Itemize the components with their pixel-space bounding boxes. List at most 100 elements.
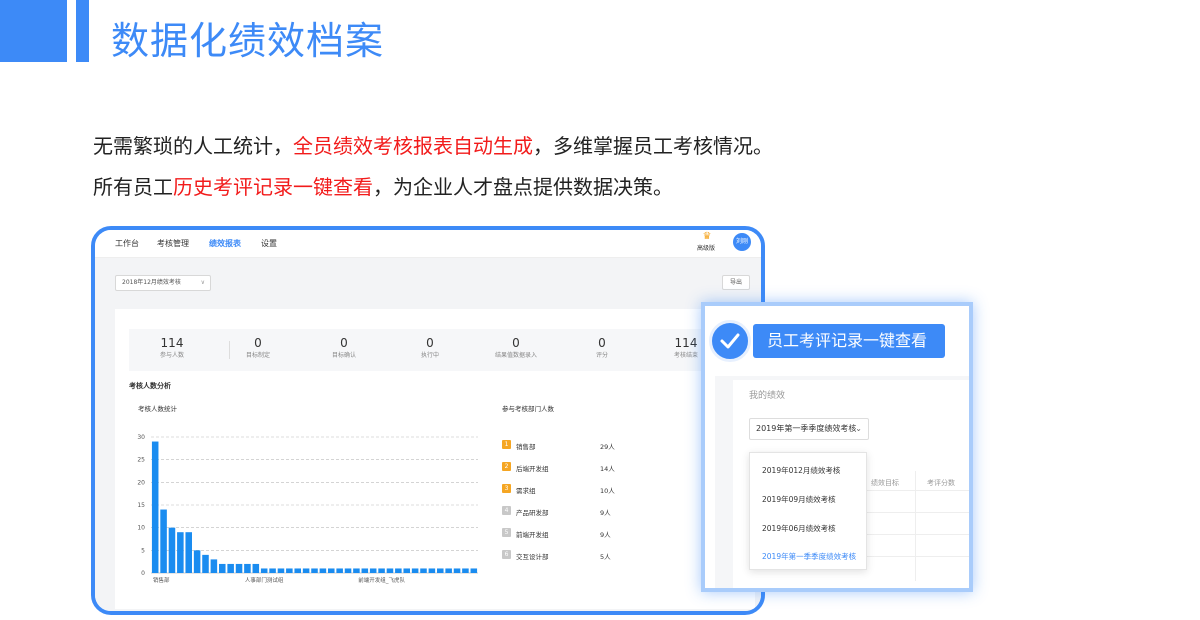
stat-value: 0 bbox=[598, 336, 606, 350]
bar bbox=[428, 568, 436, 573]
dept-name: 前端开发组 bbox=[516, 531, 549, 539]
bar bbox=[286, 568, 293, 573]
bar bbox=[202, 554, 209, 573]
y-tick-label: 30 bbox=[137, 434, 145, 441]
bar bbox=[210, 559, 218, 573]
stat-label: 执行中 bbox=[420, 352, 439, 359]
stat-label: 参与人数 bbox=[159, 352, 184, 359]
x-tick-label: 销售部 bbox=[153, 576, 170, 584]
dropdown-option[interactable]: 2019年06月绩效考核 bbox=[762, 523, 836, 534]
slide-title: 数据化绩效档案 bbox=[111, 19, 385, 63]
bar bbox=[378, 568, 385, 573]
rank-badge: 4 bbox=[502, 506, 511, 515]
dropdown-option[interactable]: 2019年012月绩效考核 bbox=[762, 465, 840, 476]
stat-data-entry: 0 结果值数据录入 bbox=[473, 335, 559, 361]
table-header-goal: 绩效目标 bbox=[871, 479, 899, 487]
stat-value: 0 bbox=[426, 336, 434, 350]
section-title: 考核人数分析 bbox=[129, 382, 171, 390]
dept-count: 10人 bbox=[600, 487, 615, 495]
bar bbox=[227, 563, 234, 573]
rank-badge: 2 bbox=[502, 462, 511, 471]
bar bbox=[193, 550, 201, 573]
chevron-down-icon: ∨ bbox=[200, 279, 205, 286]
bar bbox=[244, 563, 251, 573]
assessment-select[interactable]: 2019年第一季季度绩效考核 ⌄ bbox=[749, 418, 869, 440]
bar bbox=[151, 441, 159, 573]
bar bbox=[453, 568, 461, 573]
check-icon-glyph bbox=[720, 333, 740, 349]
headcount-bar-chart: 0 5 10 15 20 25 30 销售部 人事部门测试组 前端开发组_飞虎队 bbox=[137, 434, 478, 584]
dept-count: 29人 bbox=[600, 443, 615, 451]
bar bbox=[462, 568, 469, 573]
assessment-select-value: 2019年第一季季度绩效考核 bbox=[756, 424, 857, 433]
bar bbox=[168, 527, 176, 573]
bar bbox=[403, 568, 411, 573]
header-accent-bar bbox=[76, 0, 89, 62]
bar bbox=[302, 568, 310, 573]
period-select[interactable]: 2018年12月绩效考核 ∨ bbox=[115, 275, 211, 291]
bar bbox=[436, 568, 444, 573]
bar bbox=[177, 532, 184, 573]
dept-count: 9人 bbox=[600, 509, 611, 517]
bar bbox=[470, 568, 478, 573]
chart-title: 考核人数统计 bbox=[138, 405, 177, 413]
table-divider bbox=[865, 490, 969, 491]
dropdown-option-selected[interactable]: 2019年第一季季度绩效考核 bbox=[762, 551, 856, 562]
dept-row: 5 前端开发组 9人 bbox=[502, 528, 632, 539]
bar bbox=[369, 568, 377, 573]
bar bbox=[344, 568, 352, 573]
desc1-highlight: 全员绩效考核报表自动生成 bbox=[293, 134, 533, 158]
dept-count: 9人 bbox=[600, 531, 611, 539]
history-overlay-panel: 我的绩效 2019年第一季季度绩效考核 ⌄ 绩效目标 考评分数 2019年012… bbox=[701, 302, 973, 592]
nav-settings[interactable]: 设置 bbox=[261, 238, 277, 249]
dept-row: 6 交互设计部 5人 bbox=[502, 550, 632, 561]
report-card: 114 参与人数 0 目标制定 0 目标确认 0 执行中 0 结果值数据录入 0… bbox=[115, 309, 755, 609]
nav-workbench[interactable]: 工作台 bbox=[115, 238, 139, 249]
bar bbox=[235, 563, 243, 573]
dropdown-option[interactable]: 2019年09月绩效考核 bbox=[762, 494, 836, 505]
nav-performance-report[interactable]: 绩效报表 bbox=[209, 238, 241, 249]
y-tick-label: 10 bbox=[137, 525, 145, 532]
assessment-dropdown-menu: 2019年012月绩效考核 2019年09月绩效考核 2019年06月绩效考核 … bbox=[749, 452, 867, 570]
desc2-highlight: 历史考评记录一键查看 bbox=[173, 175, 373, 199]
dept-name: 交互设计部 bbox=[516, 553, 549, 561]
table-header-score: 考评分数 bbox=[927, 479, 955, 487]
dept-count: 14人 bbox=[600, 465, 615, 473]
bar bbox=[336, 568, 343, 573]
stat-label: 目标确认 bbox=[331, 352, 356, 359]
nav-assessment-management[interactable]: 考核管理 bbox=[157, 238, 189, 249]
rank-badge: 6 bbox=[502, 550, 511, 559]
table-divider bbox=[865, 512, 969, 513]
stat-value: 114 bbox=[160, 336, 184, 350]
description-line-2: 所有员工历史考评记录一键查看，为企业人才盘点提供数据决策。 bbox=[93, 171, 673, 200]
bar bbox=[185, 532, 193, 573]
dept-name: 后端开发组 bbox=[516, 465, 549, 473]
stat-label: 评分 bbox=[595, 352, 608, 359]
bar bbox=[361, 568, 369, 573]
stat-in-progress: 0 执行中 bbox=[387, 335, 473, 361]
avatar[interactable]: 刘刚 bbox=[733, 233, 751, 251]
x-tick-label: 前端开发组_飞虎队 bbox=[358, 576, 405, 584]
dept-name: 销售部 bbox=[516, 443, 536, 451]
stat-value: 0 bbox=[254, 336, 262, 350]
rank-badge: 5 bbox=[502, 528, 511, 537]
bar bbox=[160, 509, 167, 573]
dept-name: 产品研发部 bbox=[516, 509, 549, 517]
stat-participants: 114 参与人数 bbox=[129, 335, 215, 361]
y-tick-label: 20 bbox=[137, 479, 145, 486]
stats-bar: 114 参与人数 0 目标制定 0 目标确认 0 执行中 0 结果值数据录入 0… bbox=[129, 329, 729, 371]
export-button[interactable]: 导出 bbox=[722, 275, 750, 290]
table-divider bbox=[865, 556, 969, 557]
bar bbox=[411, 568, 419, 573]
dept-row: 1 销售部 29人 bbox=[502, 440, 632, 451]
bar bbox=[420, 568, 427, 573]
dept-list-title: 参与考核部门人数 bbox=[502, 405, 554, 413]
bar bbox=[269, 568, 276, 573]
y-tick-label: 5 bbox=[141, 547, 145, 554]
bar bbox=[294, 568, 302, 573]
bar bbox=[277, 568, 285, 573]
period-select-value: 2018年12月绩效考核 bbox=[122, 279, 181, 286]
stat-label: 目标制定 bbox=[245, 352, 270, 359]
feature-badge: 员工考评记录一键查看 bbox=[753, 324, 945, 358]
desc2-part-a: 所有员工 bbox=[93, 175, 173, 199]
